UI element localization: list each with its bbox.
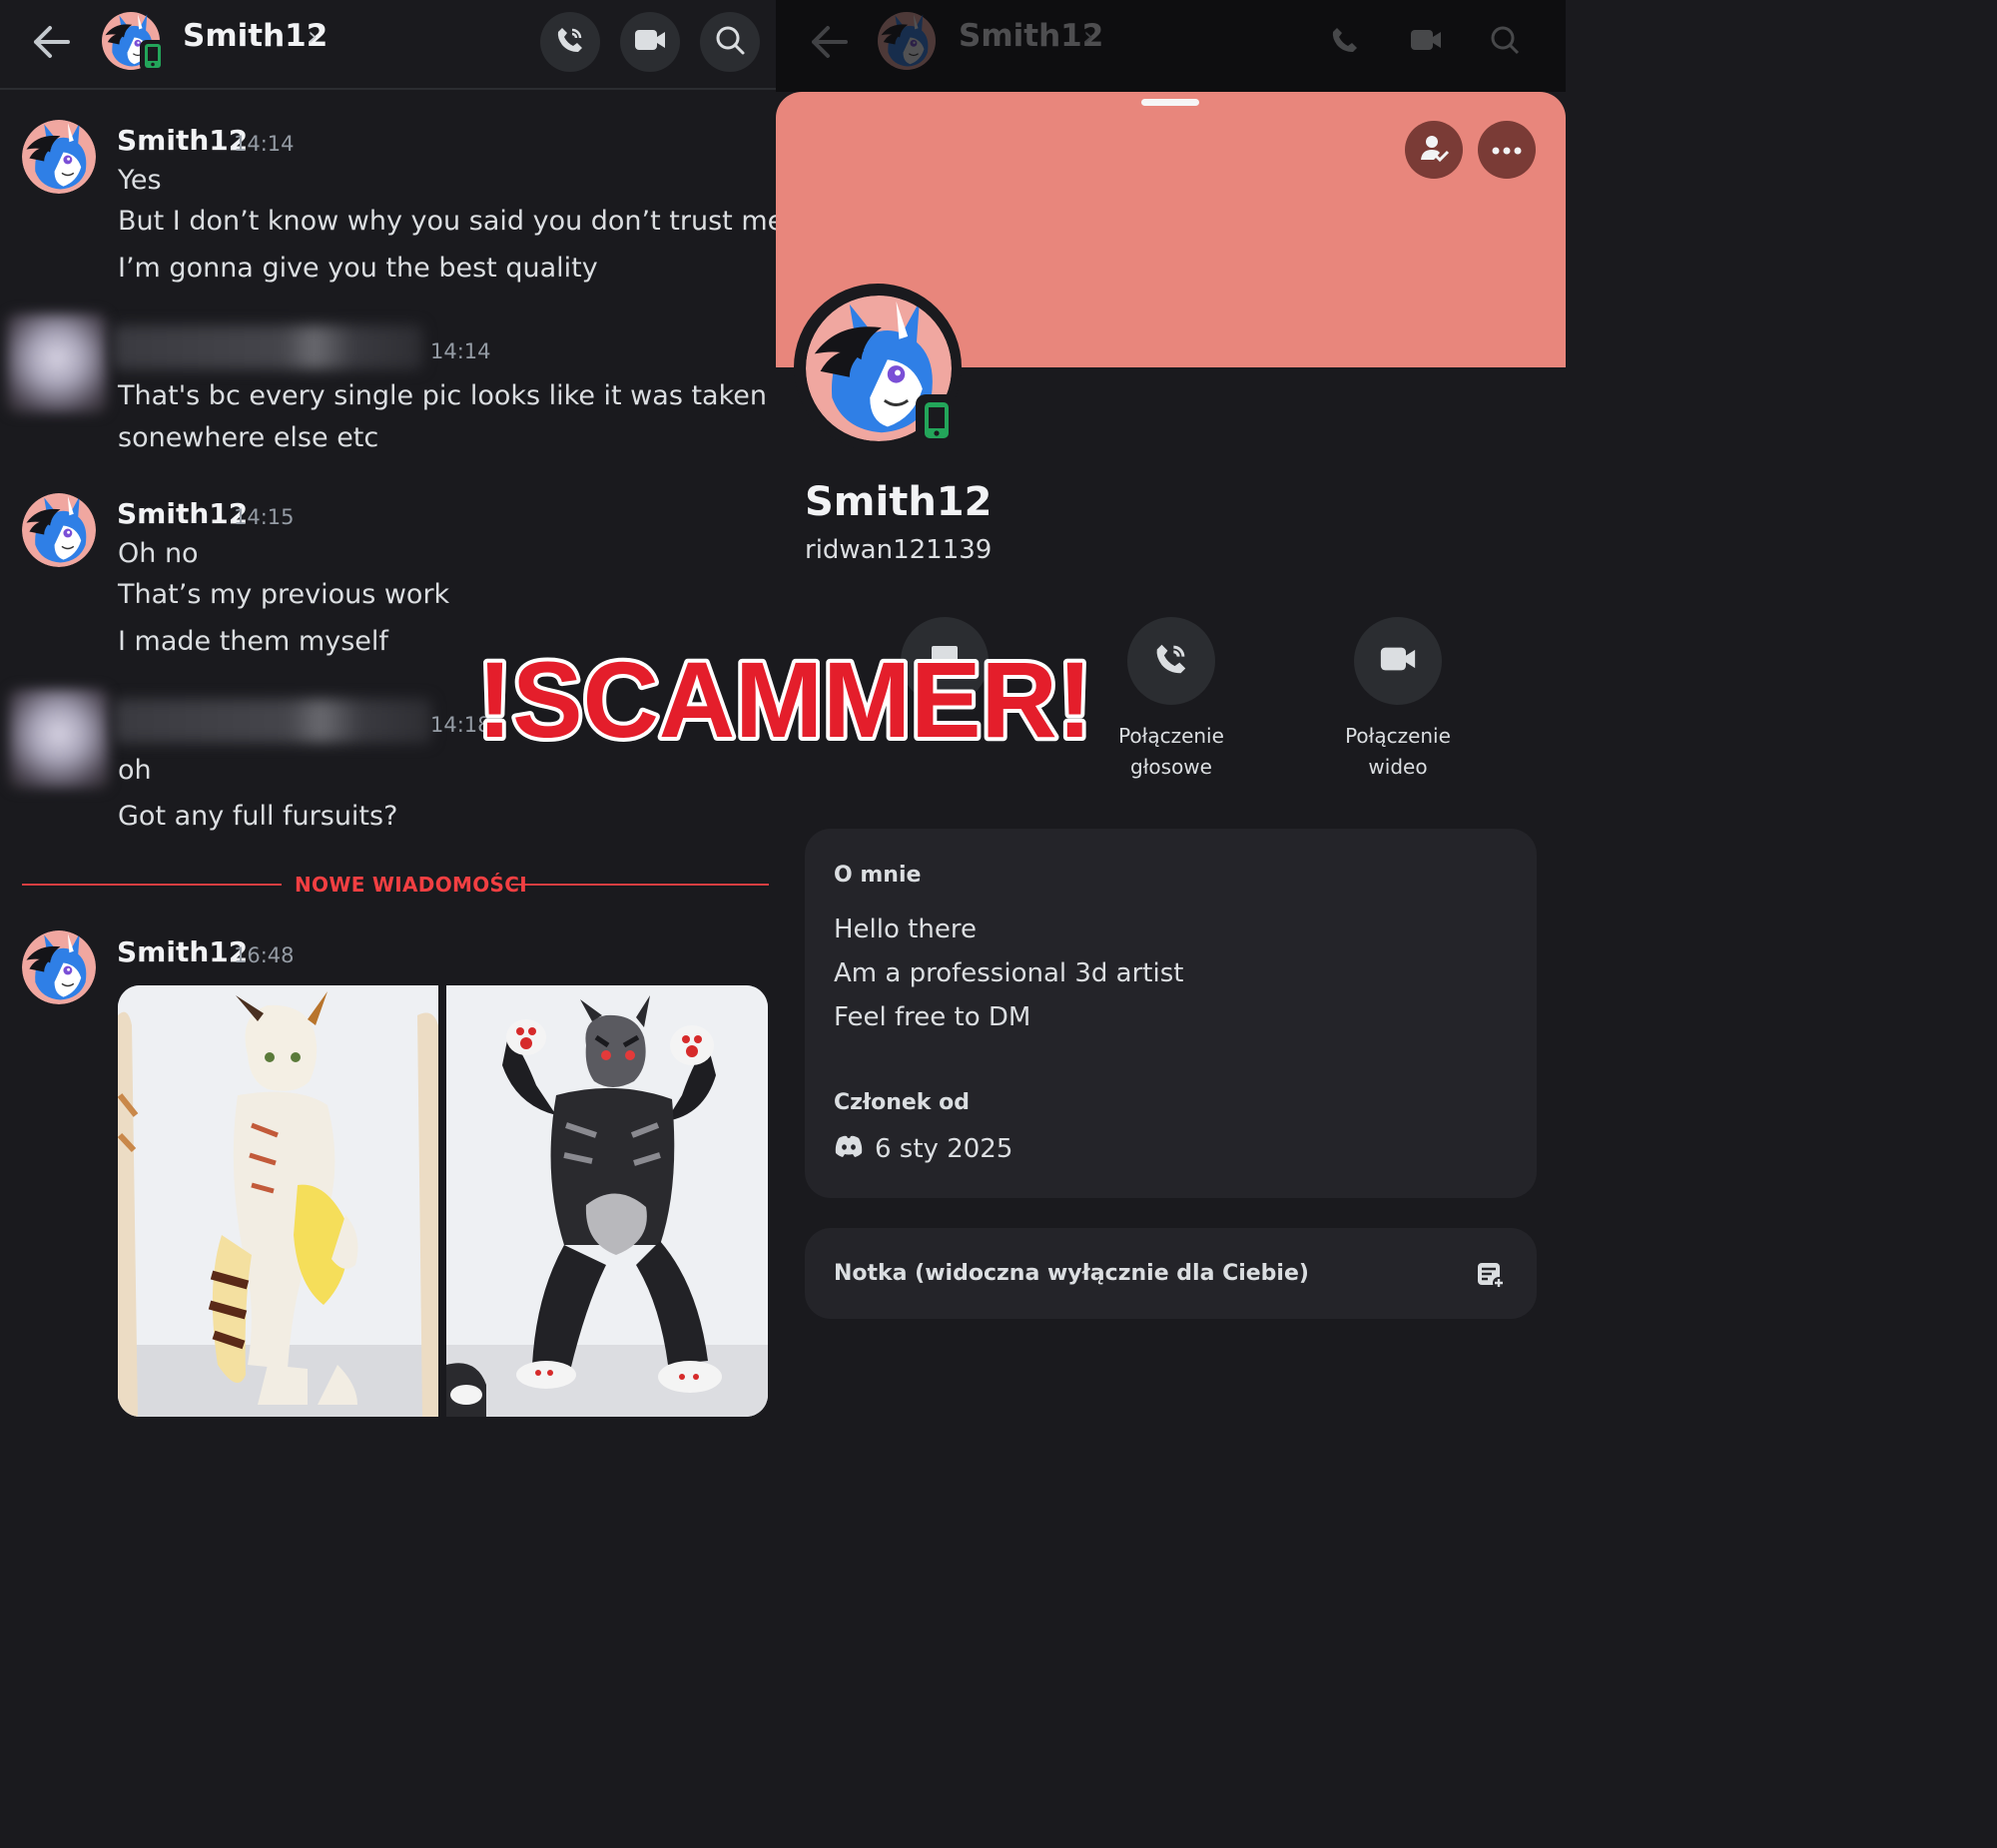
- blurred-avatar: [7, 313, 107, 413]
- message-timestamp: 14:14: [234, 132, 295, 156]
- add-note-icon[interactable]: [1476, 1260, 1506, 1294]
- video-camera-icon: [1409, 26, 1443, 58]
- message-timestamp: 16:48: [234, 943, 295, 967]
- phone-icon: [1152, 640, 1190, 682]
- voice-call-action-button[interactable]: [1127, 617, 1215, 705]
- attachment-image[interactable]: [446, 985, 768, 1417]
- dimmed-header: Smith12 ›: [776, 0, 1566, 92]
- member-since-date: 6 sty 2025: [875, 1134, 1013, 1164]
- drag-handle[interactable]: [1141, 99, 1199, 106]
- scammer-overlay: !SCAMMER!: [473, 647, 1096, 751]
- message-text: But I don’t know why you said you don’t …: [118, 206, 785, 237]
- about-text: Am a professional 3d artist: [834, 958, 1184, 988]
- video-camera-icon: [1378, 643, 1418, 679]
- member-since-heading: Członek od: [834, 1090, 970, 1115]
- voice-call-label: Połączenie głosowe: [1118, 724, 1224, 779]
- app-root: Smith12 › Smith12 14:14 Yes But I don’t …: [0, 0, 1566, 1449]
- message-text: That's bc every single pic looks like it…: [118, 380, 767, 411]
- discord-logo-icon: [834, 1134, 864, 1162]
- about-heading: O mnie: [834, 863, 922, 888]
- phone-icon: [1329, 24, 1361, 60]
- message-text: Got any full fursuits?: [118, 801, 398, 832]
- message-avatar[interactable]: [22, 930, 96, 1004]
- video-camera-icon: [633, 26, 667, 58]
- header-avatar[interactable]: [102, 12, 166, 72]
- voice-call-button[interactable]: [540, 12, 600, 72]
- attachment-image[interactable]: [118, 985, 438, 1417]
- chevron-right-icon: ›: [1083, 22, 1094, 52]
- message-text: oh: [118, 755, 152, 786]
- message-text: sonewhere else etc: [118, 422, 379, 453]
- video-call-button[interactable]: [620, 12, 680, 72]
- message-avatar[interactable]: [22, 493, 96, 567]
- message-text: Yes: [118, 165, 162, 196]
- message-text: I made them myself: [118, 626, 388, 657]
- about-text: Feel free to DM: [834, 1002, 1031, 1032]
- note-card[interactable]: Notka (widoczna wyłącznie dla Ciebie): [805, 1228, 1537, 1319]
- chat-header: Smith12 ›: [0, 0, 776, 90]
- mobile-status-icon: [916, 394, 958, 446]
- friend-status-button[interactable]: [1405, 121, 1463, 179]
- header-username[interactable]: Smith12: [183, 18, 328, 54]
- video-call-action-button[interactable]: [1354, 617, 1442, 705]
- search-button[interactable]: [700, 12, 760, 72]
- back-arrow-icon: [808, 22, 852, 66]
- message-text: That’s my previous work: [118, 579, 450, 610]
- message-author[interactable]: Smith12: [117, 935, 248, 968]
- message-author[interactable]: Smith12: [117, 497, 248, 530]
- blurred-username: [113, 325, 422, 369]
- about-me-card: O mnie Hello there Am a professional 3d …: [805, 829, 1537, 1198]
- message-author[interactable]: Smith12: [117, 124, 248, 157]
- message-avatar[interactable]: [22, 120, 96, 194]
- profile-sheet: Smith12 ridwan121139 Połączenie głosowe P…: [776, 92, 1566, 1449]
- new-messages-label: NOWE WIADOMOŚCI: [295, 873, 527, 897]
- back-arrow-icon[interactable]: [30, 22, 74, 62]
- blurred-username: [114, 699, 431, 743]
- message-text: I’m gonna give you the best quality: [118, 253, 598, 284]
- message-timestamp: 14:14: [430, 339, 491, 363]
- user-check-icon: [1418, 132, 1450, 168]
- search-icon: [1489, 24, 1521, 60]
- message-timestamp: 14:15: [234, 505, 295, 529]
- more-options-button[interactable]: [1478, 121, 1536, 179]
- more-dots-icon: [1491, 141, 1523, 160]
- about-text: Hello there: [834, 915, 977, 944]
- note-label: Notka (widoczna wyłącznie dla Ciebie): [834, 1261, 1309, 1286]
- mobile-status-icon: [140, 40, 166, 72]
- video-call-label: Połączenie wideo: [1345, 724, 1451, 779]
- profile-username: ridwan121139: [805, 535, 993, 565]
- header-avatar: [878, 12, 936, 70]
- phone-icon: [554, 24, 586, 60]
- scammer-text: !SCAMMER!: [477, 647, 1092, 751]
- profile-display-name: Smith12: [805, 479, 993, 525]
- search-icon: [714, 24, 746, 60]
- chevron-right-icon[interactable]: ›: [308, 22, 318, 52]
- header-username: Smith12: [959, 18, 1104, 54]
- blurred-avatar: [9, 689, 109, 789]
- message-text: Oh no: [118, 538, 199, 569]
